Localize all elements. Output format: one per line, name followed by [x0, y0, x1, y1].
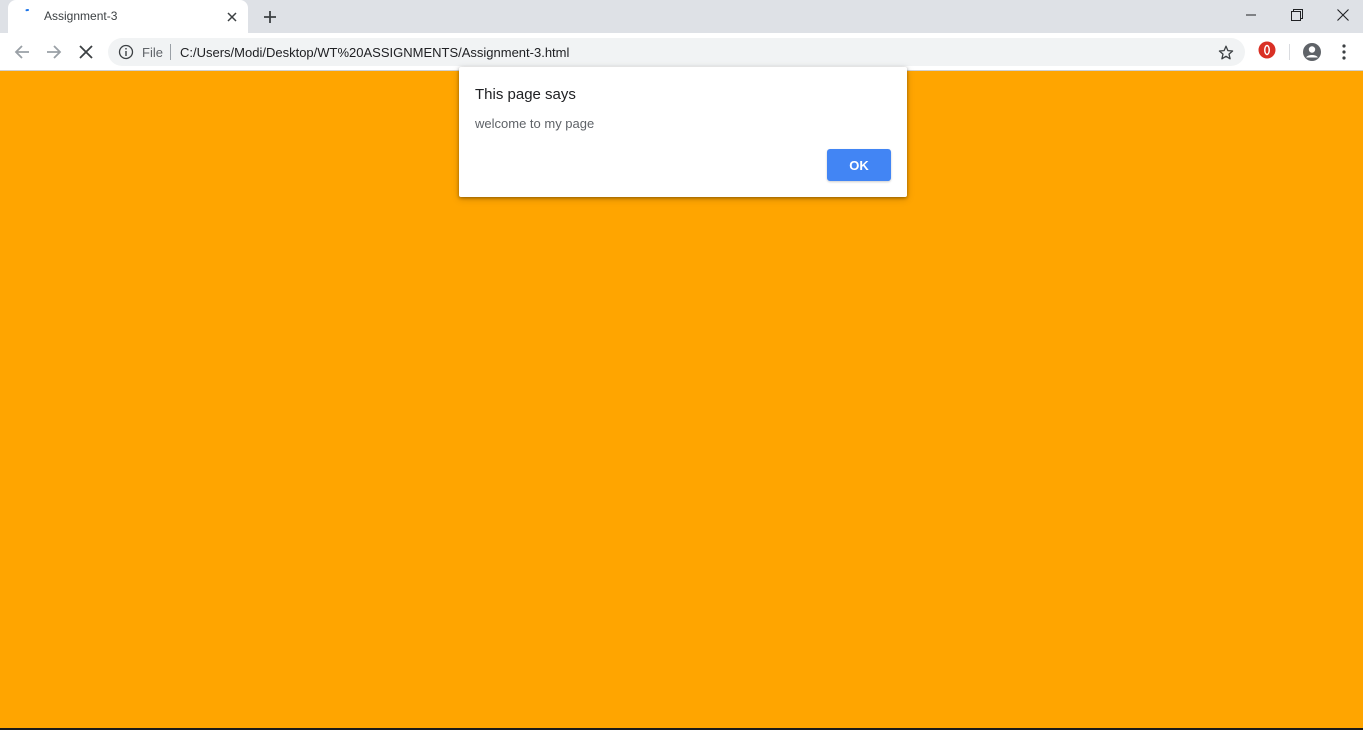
close-icon [227, 12, 237, 22]
forward-arrow-icon [47, 45, 62, 59]
ok-button[interactable]: OK [827, 149, 891, 181]
window-close-icon [1337, 9, 1349, 21]
browser-menu-button[interactable] [1334, 42, 1354, 62]
kebab-menu-icon [1342, 44, 1346, 60]
browser-tab[interactable]: Assignment-3 [8, 0, 248, 33]
favicon-loading-icon [25, 9, 29, 12]
star-icon [1218, 45, 1234, 60]
alert-dialog: This page says welcome to my page OK [459, 67, 907, 197]
plus-icon [264, 11, 276, 23]
info-icon[interactable] [118, 44, 134, 60]
stop-button[interactable] [72, 38, 100, 66]
url-text[interactable]: C:/Users/Modi/Desktop/WT%20ASSIGNMENTS/A… [180, 45, 569, 60]
window-close-button[interactable] [1320, 0, 1363, 30]
forward-button[interactable] [40, 38, 68, 66]
minimize-button[interactable] [1228, 0, 1274, 30]
address-separator [170, 44, 171, 60]
bookmark-button[interactable] [1216, 43, 1236, 63]
tab-close-button[interactable] [222, 7, 242, 27]
profile-icon[interactable] [1302, 42, 1322, 62]
scheme-label: File [142, 45, 163, 60]
tab-title: Assignment-3 [44, 9, 118, 23]
restore-button[interactable] [1274, 0, 1320, 30]
browser-toolbar: File C:/Users/Modi/Desktop/WT%20ASSIGNME… [0, 33, 1363, 70]
address-bar[interactable]: File C:/Users/Modi/Desktop/WT%20ASSIGNME… [108, 38, 1245, 66]
minimize-icon [1246, 14, 1256, 16]
restore-icon [1291, 9, 1303, 21]
opera-extension-icon[interactable] [1257, 40, 1277, 60]
stop-icon [79, 45, 93, 59]
new-tab-button[interactable] [258, 5, 282, 29]
back-arrow-icon [14, 45, 29, 59]
back-button[interactable] [8, 38, 36, 66]
dialog-message: welcome to my page [475, 116, 595, 131]
dialog-title: This page says [475, 86, 576, 103]
tab-strip: Assignment-3 [0, 0, 1363, 33]
toolbar-divider [1289, 44, 1290, 60]
